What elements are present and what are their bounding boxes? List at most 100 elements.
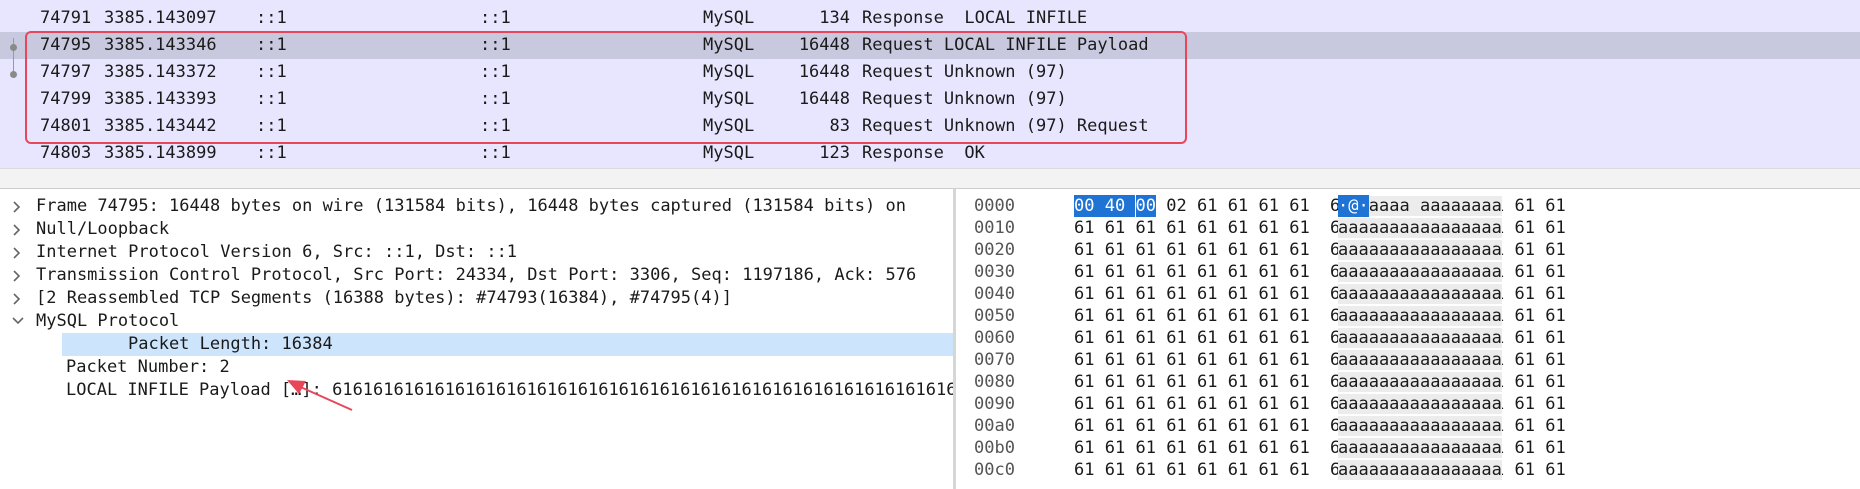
hex-byte[interactable]: 61 — [1545, 327, 1565, 349]
hex-byte[interactable]: 61 — [1515, 261, 1535, 283]
hex-byte[interactable]: 61 — [1289, 305, 1309, 327]
hex-byte[interactable]: 61 — [1105, 261, 1125, 283]
hex-byte[interactable]: 61 — [1197, 261, 1217, 283]
detail-tree-item[interactable]: LOCAL INFILE Payload […]: 61616161616161… — [0, 379, 953, 402]
packet-row[interactable]: 74803 3385.143899::1::1 MySQL 123 Response O… — [0, 140, 1860, 167]
hex-byte[interactable]: 61 — [1105, 327, 1125, 349]
hex-byte[interactable]: 61 — [1136, 349, 1156, 371]
hex-byte[interactable]: 61 — [1259, 239, 1279, 261]
hex-byte[interactable]: 61 — [1545, 239, 1565, 261]
ascii-text[interactable]: aaaaaaaa — [1420, 393, 1502, 415]
hex-byte[interactable]: 61 — [1228, 371, 1248, 393]
ascii-text[interactable]: aaaaaaaa — [1420, 239, 1502, 261]
hex-byte[interactable]: 61 — [1289, 437, 1309, 459]
ascii-text[interactable]: aaaaaaaa — [1420, 349, 1502, 371]
hex-byte[interactable]: 61 — [1289, 393, 1309, 415]
ascii-text[interactable]: aaaaaaaa — [1338, 261, 1420, 283]
hex-byte[interactable]: 61 — [1074, 261, 1094, 283]
hex-byte[interactable]: 61 — [1197, 327, 1217, 349]
detail-tree-item[interactable]: MySQL Protocol — [0, 310, 953, 333]
ascii-text[interactable]: aaaaaaaa — [1420, 415, 1502, 437]
hex-byte[interactable]: 61 — [1545, 459, 1565, 481]
hex-byte[interactable]: 61 — [1136, 261, 1156, 283]
hex-byte[interactable]: 61 — [1136, 459, 1156, 481]
hex-byte[interactable]: 61 — [1166, 239, 1186, 261]
hex-byte[interactable]: 61 — [1136, 305, 1156, 327]
detail-tree-item[interactable]: [2 Reassembled TCP Segments (16388 bytes… — [0, 287, 953, 310]
hex-byte[interactable]: 61 — [1259, 349, 1279, 371]
hex-byte[interactable]: 61 — [1136, 327, 1156, 349]
hex-byte[interactable]: 61 — [1136, 283, 1156, 305]
hex-byte[interactable]: 61 — [1074, 437, 1094, 459]
packet-row[interactable]: 74797 3385.143372::1::1 MySQL 16448 Request … — [0, 59, 1860, 86]
hex-byte[interactable]: 61 — [1166, 305, 1186, 327]
hex-byte[interactable]: 61 — [1545, 349, 1565, 371]
hex-byte[interactable]: 61 — [1289, 371, 1309, 393]
hex-byte[interactable]: 00 — [1074, 195, 1105, 217]
hex-byte[interactable]: 61 — [1259, 327, 1279, 349]
ascii-text[interactable]: aaaaaaaa — [1420, 261, 1502, 283]
hex-byte[interactable]: 61 — [1166, 459, 1186, 481]
hex-byte[interactable]: 61 — [1166, 415, 1186, 437]
ascii-text[interactable]: aaaaaaaa — [1338, 239, 1420, 261]
hex-byte[interactable]: 61 — [1545, 217, 1565, 239]
hex-byte[interactable]: 61 — [1166, 261, 1186, 283]
packet-details-pane[interactable]: Frame 74795: 16448 bytes on wire (131584… — [0, 189, 953, 489]
hex-byte[interactable]: 61 — [1545, 195, 1565, 217]
hex-byte[interactable]: 61 — [1197, 371, 1217, 393]
hex-byte[interactable]: 61 — [1289, 261, 1309, 283]
hex-byte[interactable]: 61 — [1166, 283, 1186, 305]
detail-tree-item[interactable]: Packet Number: 2 — [0, 356, 953, 379]
hex-byte[interactable]: 61 — [1515, 305, 1535, 327]
hex-byte[interactable]: 61 — [1289, 415, 1309, 437]
hex-byte[interactable]: 61 — [1545, 283, 1565, 305]
hex-byte[interactable]: 61 — [1259, 195, 1279, 217]
hex-byte[interactable]: 61 — [1228, 437, 1248, 459]
hex-byte[interactable]: 61 — [1074, 393, 1094, 415]
packet-row[interactable]: 74795 3385.143346::1::1 MySQL 16448 Request … — [0, 32, 1860, 59]
hex-byte[interactable]: 61 — [1105, 437, 1125, 459]
ascii-text[interactable]: aaaaaaaa — [1338, 217, 1420, 239]
ascii-text[interactable]: aaaaaaaa — [1420, 459, 1502, 481]
hex-byte[interactable]: 61 — [1228, 305, 1248, 327]
ascii-text[interactable]: aaaaaaaa — [1338, 349, 1420, 371]
hex-byte[interactable]: 61 — [1228, 283, 1248, 305]
hex-byte[interactable]: 61 — [1289, 327, 1309, 349]
ascii-text[interactable]: aaaaaaaa — [1420, 437, 1502, 459]
hex-byte[interactable]: 61 — [1289, 283, 1309, 305]
hex-byte[interactable]: 61 — [1515, 239, 1535, 261]
hex-byte[interactable]: 61 — [1197, 239, 1217, 261]
packet-row[interactable]: 74799 3385.143393::1::1 MySQL 16448 Request … — [0, 86, 1860, 113]
hex-byte[interactable]: 61 — [1515, 437, 1535, 459]
chevron-down-icon[interactable] — [10, 310, 26, 337]
hex-byte[interactable]: 61 — [1515, 393, 1535, 415]
hex-byte[interactable]: 61 — [1545, 393, 1565, 415]
ascii-text[interactable]: aaaaaaaa — [1420, 195, 1502, 217]
packet-list-horizontal-scrollbar[interactable] — [0, 168, 1860, 189]
hex-byte[interactable]: 61 — [1197, 349, 1217, 371]
hex-byte[interactable]: 61 — [1074, 305, 1094, 327]
hex-byte[interactable]: 61 — [1228, 349, 1248, 371]
hex-byte[interactable]: 61 — [1197, 415, 1217, 437]
hex-byte[interactable]: 61 — [1136, 415, 1156, 437]
hex-byte[interactable]: 61 — [1136, 393, 1156, 415]
hex-byte[interactable]: 61 — [1259, 283, 1279, 305]
hex-byte[interactable]: 61 — [1515, 371, 1535, 393]
hex-byte[interactable]: 61 — [1289, 349, 1309, 371]
hex-byte[interactable]: 61 — [1228, 393, 1248, 415]
hex-byte[interactable]: 61 — [1197, 217, 1217, 239]
hex-byte[interactable]: 00 — [1135, 195, 1156, 217]
hex-byte[interactable]: 61 — [1074, 459, 1094, 481]
ascii-text[interactable]: aaaaaaaa — [1338, 371, 1420, 393]
hex-byte[interactable]: 61 — [1166, 349, 1186, 371]
hex-byte[interactable]: 61 — [1545, 415, 1565, 437]
hex-byte[interactable]: 61 — [1515, 349, 1535, 371]
hex-byte[interactable]: 61 — [1228, 459, 1248, 481]
hex-byte[interactable]: 61 — [1289, 195, 1309, 217]
hex-byte[interactable]: 61 — [1289, 459, 1309, 481]
ascii-text[interactable]: aaaaaaaa — [1338, 437, 1420, 459]
ascii-text[interactable]: aaaaaaaa — [1338, 283, 1420, 305]
ascii-text[interactable]: aaaaaaaa — [1338, 393, 1420, 415]
hex-byte[interactable]: 61 — [1074, 415, 1094, 437]
hex-byte[interactable]: 61 — [1515, 327, 1535, 349]
